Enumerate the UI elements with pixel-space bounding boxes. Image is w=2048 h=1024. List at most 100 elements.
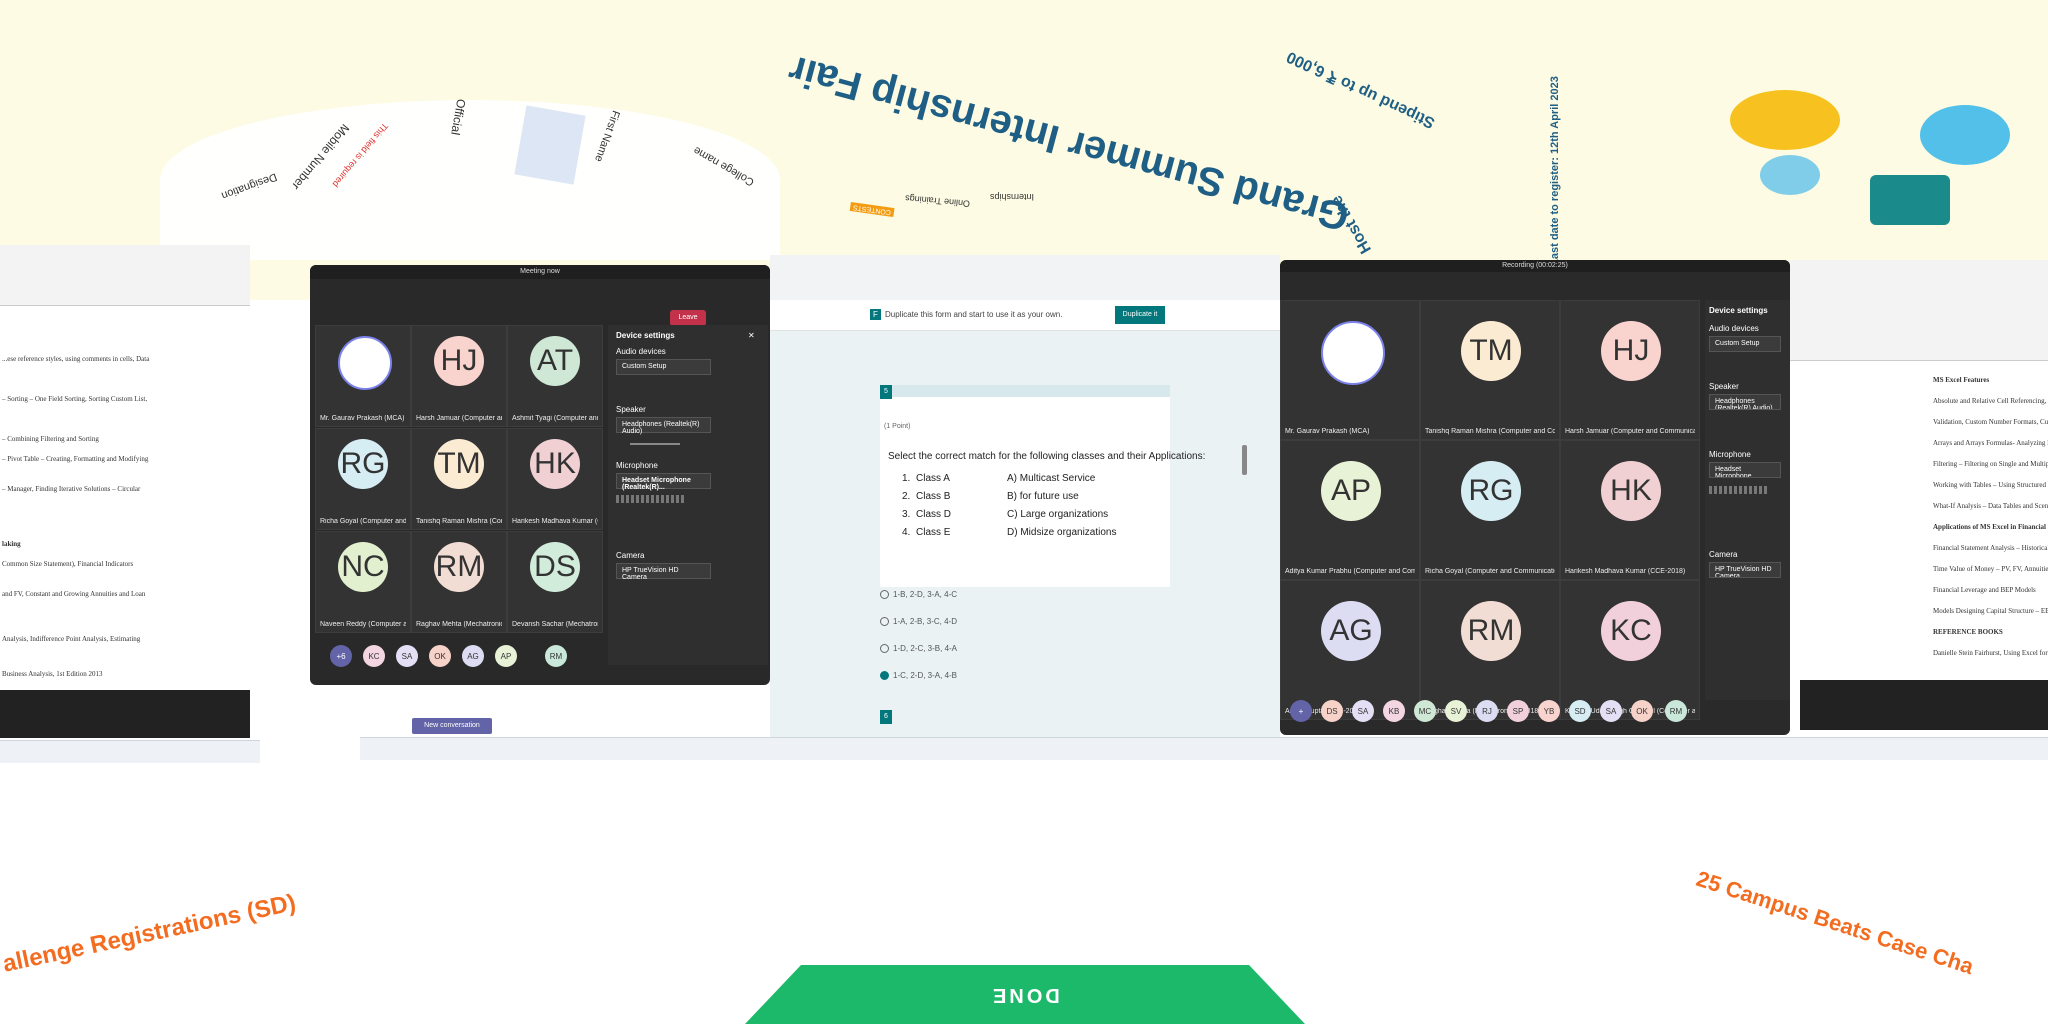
audio-devices-select[interactable]: Custom Setup xyxy=(1709,336,1781,352)
radio-icon[interactable] xyxy=(880,617,889,627)
microphone-select[interactable]: Headset Microphone (Realtek(R)... xyxy=(616,473,711,491)
participant-avatar[interactable]: YB xyxy=(1538,700,1560,722)
video-tile[interactable]: TM Tanishq Raman Mishra (Computer and Com… xyxy=(1420,300,1560,440)
form-firstname-input[interactable] xyxy=(514,105,586,185)
participant-avatar[interactable]: SA xyxy=(1352,700,1374,722)
doc-line: Time Value of Money – PV, FV, Annuities … xyxy=(1933,565,2048,573)
doc-line: – Combining Filtering and Sorting xyxy=(2,435,99,443)
participant-avatar[interactable]: SP xyxy=(1507,700,1529,722)
participant-avatar[interactable]: + xyxy=(1290,700,1312,722)
question-card: (1 Point) Select the correct match for t… xyxy=(880,385,1205,587)
new-conversation-button[interactable]: New conversation xyxy=(412,718,492,734)
duplicate-button[interactable]: Duplicate it xyxy=(1115,306,1165,324)
done-button[interactable]: DONE xyxy=(745,965,1305,1024)
answer-option[interactable]: 1-B, 2-D, 3-A, 4-C xyxy=(880,590,958,600)
user-photo xyxy=(338,336,392,390)
video-tile[interactable]: Mr. Gaurav Prakash (MCA) xyxy=(1280,300,1420,440)
participant-name: Raghav Mehta (Mechatronics - 2... xyxy=(416,621,502,628)
audio-devices-label: Audio devices xyxy=(1709,324,1759,333)
video-tile[interactable]: HJ Harsh Jamuar (Computer and Communicati… xyxy=(1560,300,1700,440)
meeting-title-bar: Meeting now xyxy=(310,265,770,279)
participant-avatar[interactable]: OK xyxy=(429,645,451,667)
participant-avatar[interactable]: AG xyxy=(462,645,484,667)
participant-name: Naveen Reddy (Computer and Com... xyxy=(320,621,406,628)
speaker-select[interactable]: Headphones (Realtek(R) Audio) xyxy=(1709,394,1781,410)
question-text: Select the correct match for the followi… xyxy=(888,451,1206,462)
doc-line: What-If Analysis – Data Tables and Scena… xyxy=(1933,502,2048,510)
participant-avatar[interactable]: SA xyxy=(1600,700,1622,722)
participant-name: Aditya Kumar Prabhu (Computer and Commun… xyxy=(1285,568,1415,575)
scrollbar[interactable] xyxy=(1242,445,1247,475)
participant-avatar[interactable]: DS xyxy=(1321,700,1343,722)
match-right: A) Multicast Service xyxy=(1007,473,1096,484)
device-settings-panel: Device settings ✕ Audio devices Custom S… xyxy=(608,325,768,665)
participant-avatar[interactable]: +6 xyxy=(330,645,352,667)
video-tile[interactable]: DS Devansh Sachar (Mechatronics - 2... xyxy=(507,531,603,633)
radio-icon[interactable] xyxy=(880,590,889,600)
word-document-left: ...ese reference styles, using comments … xyxy=(0,245,250,715)
participant-name: Mr. Gaurav Prakash (MCA) xyxy=(1285,428,1370,435)
participant-name: Tanishq Raman Mishra (Computer... xyxy=(416,518,502,525)
participant-avatar[interactable]: SD xyxy=(1569,700,1591,722)
doc-line: MS Excel Features xyxy=(1933,376,1990,384)
participant-avatar[interactable]: KB xyxy=(1383,700,1405,722)
speaker-label: Speaker xyxy=(1709,382,1739,391)
taskbar-middle-left xyxy=(360,737,770,760)
video-tile[interactable]: TM Tanishq Raman Mishra (Computer... xyxy=(411,428,507,530)
video-tile[interactable]: Mr. Gaurav Prakash (MCA) xyxy=(315,325,411,427)
avatar: HK xyxy=(530,439,580,489)
camera-select[interactable]: HP TrueVision HD Camera xyxy=(616,563,711,581)
video-tile[interactable]: AP Aditya Kumar Prabhu (Computer and Comm… xyxy=(1280,440,1420,580)
participant-avatar[interactable]: MC xyxy=(1414,700,1436,722)
answer-option[interactable]: 1-C, 2-D, 3-A, 4-B xyxy=(880,671,958,681)
avatar: NC xyxy=(338,542,388,592)
video-tile[interactable]: HK Harikesh Madhava Kumar (CCE-2... xyxy=(507,428,603,530)
participant-strip-extra: RM xyxy=(545,645,567,667)
participant-avatar[interactable]: AP xyxy=(495,645,517,667)
doc-line: Validation, Custom Number Formats, Custo… xyxy=(1933,418,2048,426)
video-tile[interactable]: HK Harikesh Madhava Kumar (CCE-2018) xyxy=(1560,440,1700,580)
participant-avatar[interactable]: RJ xyxy=(1476,700,1498,722)
avatar: HJ xyxy=(434,336,484,386)
video-tile[interactable]: RG Richa Goyal (Computer and Comm... xyxy=(315,428,411,530)
illustration-figure-1 xyxy=(1730,90,1840,150)
video-tile[interactable]: AT Ashmit Tyagi (Computer and Com... xyxy=(507,325,603,427)
volume-slider[interactable] xyxy=(630,443,680,445)
match-row: 3. Class D C) Large organizations xyxy=(902,509,1162,527)
microphone-label: Microphone xyxy=(616,461,658,470)
video-tile[interactable]: RM Raghav Mehta (Mechatronics - 2... xyxy=(411,531,507,633)
doc-line: Models Designing Capital Structure – EBI… xyxy=(1933,607,2048,615)
speaker-select[interactable]: Headphones (Realtek(R) Audio) xyxy=(616,417,711,435)
answer-option-label: 1-B, 2-D, 3-A, 4-C xyxy=(893,590,958,599)
video-tile[interactable]: NC Naveen Reddy (Computer and Com... xyxy=(315,531,411,633)
participant-avatar[interactable]: SA xyxy=(396,645,418,667)
leave-button[interactable]: Leave xyxy=(670,310,706,326)
radio-icon[interactable] xyxy=(880,644,889,654)
microphone-label: Microphone xyxy=(1709,450,1751,459)
doc-line: Business Analysis, 1st Edition 2013 xyxy=(2,670,103,678)
camera-select[interactable]: HP TrueVision HD Camera xyxy=(1709,562,1781,578)
mic-level-meter xyxy=(616,495,686,503)
audio-devices-label: Audio devices xyxy=(616,347,666,356)
participant-avatar[interactable]: OK xyxy=(1631,700,1653,722)
doc-line: Applications of MS Excel in Financial De… xyxy=(1933,523,2048,531)
match-row: 2. Class B B) for future use xyxy=(902,491,1162,509)
doc-line: Filtering – Filtering on Single and Mult… xyxy=(1933,460,2048,468)
answer-option[interactable]: 1-D, 2-C, 3-B, 4-A xyxy=(880,644,957,654)
answer-option[interactable]: 1-A, 2-B, 3-C, 4-D xyxy=(880,617,957,627)
participant-avatar[interactable]: KC xyxy=(363,645,385,667)
microphone-select[interactable]: Headset Microphone (Realtek(R)... xyxy=(1709,462,1781,478)
video-tile[interactable]: HJ Harsh Jamuar (Computer and Co... xyxy=(411,325,507,427)
teams-meeting-left: Meeting now Leave Mr. Gaurav Prakash (MC… xyxy=(310,265,770,685)
mic-level-meter xyxy=(1709,486,1769,494)
camera-label: Camera xyxy=(616,551,645,560)
match-row: 4. Class E D) Midsize organizations xyxy=(902,527,1162,545)
answer-option-label: 1-C, 2-D, 3-A, 4-B xyxy=(893,671,958,680)
participant-avatar[interactable]: SV xyxy=(1445,700,1467,722)
video-tile[interactable]: RG Richa Goyal (Computer and Communicatio… xyxy=(1420,440,1560,580)
audio-devices-select[interactable]: Custom Setup xyxy=(616,359,711,375)
radio-icon[interactable] xyxy=(880,671,889,681)
browser-chrome xyxy=(770,255,1280,301)
form-tab-internships[interactable]: Internships xyxy=(990,192,1034,202)
close-icon[interactable]: ✕ xyxy=(748,331,755,340)
